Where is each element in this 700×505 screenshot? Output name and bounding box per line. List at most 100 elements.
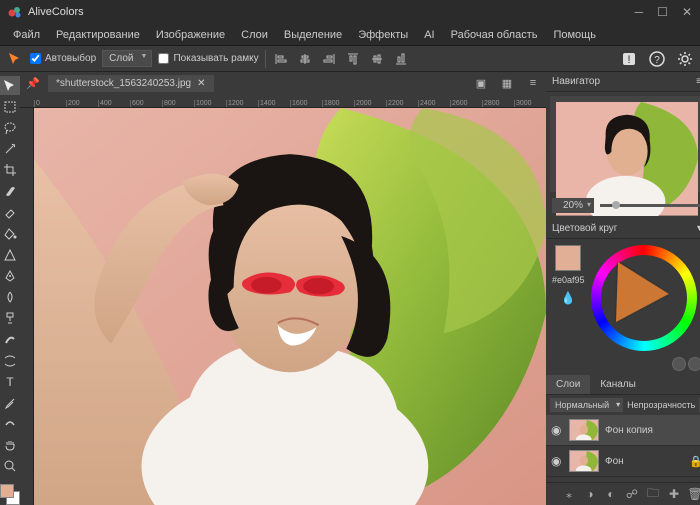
align-vcenter-icon[interactable]	[368, 50, 386, 68]
zoom-tool[interactable]	[0, 457, 20, 476]
panel-menu-icon[interactable]: ≡	[696, 76, 700, 87]
eyedropper-tool[interactable]	[0, 393, 20, 412]
tab-grid-icon[interactable]: ▦	[498, 74, 516, 92]
autoselect-checkbox[interactable]: Автовыбор	[30, 53, 96, 64]
magic-wand-tool[interactable]	[0, 139, 20, 158]
heal-tool[interactable]	[0, 415, 20, 434]
hex-value[interactable]: #e0af95	[552, 275, 585, 285]
eyedropper-icon[interactable]: 💧	[561, 291, 576, 305]
text-tool[interactable]: T	[0, 372, 20, 391]
tab-layers[interactable]: Слои	[546, 375, 590, 394]
zoom-dropdown[interactable]: 20%	[552, 198, 594, 213]
tab-view-icon[interactable]: ▣	[472, 74, 490, 92]
opacity-label: Непрозрачность	[627, 400, 695, 410]
menu-edit[interactable]: Редактирование	[49, 26, 147, 44]
lasso-tool[interactable]	[0, 118, 20, 137]
current-color-swatch[interactable]	[555, 245, 581, 271]
layer-thumbnail[interactable]	[569, 419, 599, 441]
eraser-tool[interactable]	[0, 203, 20, 222]
fill-tool[interactable]	[0, 224, 20, 243]
smudge-tool[interactable]	[0, 330, 20, 349]
visibility-icon[interactable]: ◉	[551, 423, 563, 437]
clone-tool[interactable]	[0, 309, 20, 328]
warp-tool[interactable]	[0, 351, 20, 370]
document-tab[interactable]: *shutterstock_1563240253.jpg ✕	[48, 75, 214, 92]
align-top-icon[interactable]	[344, 50, 362, 68]
layer-fx-icon[interactable]: ⁎	[562, 487, 576, 501]
visibility-icon[interactable]: ◉	[551, 454, 563, 468]
menu-help[interactable]: Помощь	[546, 26, 603, 44]
notifications-icon[interactable]: !	[620, 50, 638, 68]
maximize-button[interactable]: ☐	[657, 5, 668, 19]
help-icon[interactable]: ?	[648, 50, 666, 68]
menu-workspace[interactable]: Рабочая область	[444, 26, 545, 44]
close-button[interactable]: ✕	[682, 5, 692, 19]
blend-mode-dropdown[interactable]: Нормальный	[550, 398, 623, 412]
align-right-icon[interactable]	[320, 50, 338, 68]
align-hcenter-icon[interactable]	[296, 50, 314, 68]
align-bottom-icon[interactable]	[392, 50, 410, 68]
layer-thumbnail[interactable]	[569, 450, 599, 472]
menu-image[interactable]: Изображение	[149, 26, 232, 44]
layer-mask-icon[interactable]: ◑	[583, 487, 597, 501]
ruler-vertical	[20, 108, 34, 505]
zoom-slider[interactable]	[600, 204, 700, 207]
tab-menu-icon[interactable]: ≡	[524, 74, 542, 92]
recent-color-2[interactable]	[688, 357, 700, 371]
move-tool-icon[interactable]	[6, 50, 24, 68]
titlebar: AliveColors ─ ☐ ✕	[0, 0, 700, 24]
canvas-area: 📌 *shutterstock_1563240253.jpg ✕ ▣ ▦ ≡ 0…	[20, 72, 546, 505]
layer-adjust-icon[interactable]: ◐	[604, 487, 618, 501]
ruler-horizontal: 0200400600800100012001400160018002000220…	[20, 94, 546, 108]
foreground-color-swatch[interactable]	[0, 484, 14, 498]
new-folder-icon[interactable]: 🗀	[646, 487, 660, 501]
divider	[265, 50, 266, 68]
svg-text:T: T	[6, 375, 14, 389]
color-swatches[interactable]	[0, 484, 20, 505]
canvas[interactable]	[34, 108, 546, 505]
settings-icon[interactable]	[676, 50, 694, 68]
pen-tool[interactable]	[0, 266, 20, 285]
menu-select[interactable]: Выделение	[277, 26, 349, 44]
navigator-preview[interactable]	[550, 96, 700, 192]
shape-tool[interactable]	[0, 245, 20, 264]
tab-pin-icon[interactable]: 📌	[24, 74, 42, 92]
crop-tool[interactable]	[0, 161, 20, 180]
show-frame-checkbox[interactable]: Показывать рамку	[158, 53, 258, 64]
layer-target-dropdown[interactable]: Слой	[102, 50, 152, 67]
tools-panel: T	[0, 72, 20, 505]
color-wheel[interactable]	[591, 245, 697, 351]
layer-row[interactable]: ◉ Фон копия	[546, 415, 700, 446]
layer-link-icon[interactable]: ☍	[625, 487, 639, 501]
brush-tool[interactable]	[0, 182, 20, 201]
svg-text:?: ?	[654, 55, 660, 66]
hand-tool[interactable]	[0, 436, 20, 455]
layer-row[interactable]: ◉ Фон 🔒	[546, 446, 700, 477]
delete-layer-icon[interactable]: 🗑	[688, 487, 700, 501]
menu-layers[interactable]: Слои	[234, 26, 275, 44]
minimize-button[interactable]: ─	[635, 5, 644, 19]
tab-close-icon[interactable]: ✕	[197, 78, 205, 89]
recent-color-1[interactable]	[672, 357, 686, 371]
align-left-icon[interactable]	[272, 50, 290, 68]
move-tool[interactable]	[0, 76, 20, 95]
lock-icon[interactable]: 🔒	[689, 455, 700, 468]
navigator-header: Навигатор ≡	[546, 72, 700, 92]
blur-tool[interactable]	[0, 288, 20, 307]
rect-select-tool[interactable]	[0, 97, 20, 116]
options-toolbar: Автовыбор Слой Показывать рамку ! ?	[0, 46, 700, 72]
svg-text:!: !	[627, 54, 630, 66]
layer-list: ◉ Фон копия ◉ Фон 🔒	[546, 415, 700, 482]
color-panel-header: Цветовой круг ▾	[546, 219, 700, 239]
app-logo	[8, 5, 22, 19]
menu-ai[interactable]: AI	[417, 26, 441, 44]
right-panels: Навигатор ≡ 20% Цветовой круг ▾	[546, 72, 700, 505]
menubar: Файл Редактирование Изображение Слои Выд…	[0, 24, 700, 46]
menu-effects[interactable]: Эффекты	[351, 26, 415, 44]
tab-channels[interactable]: Каналы	[590, 375, 646, 394]
layer-name: Фон копия	[605, 425, 700, 436]
menu-file[interactable]: Файл	[6, 26, 47, 44]
app-title: AliveColors	[28, 6, 84, 18]
new-layer-icon[interactable]: ✚	[667, 487, 681, 501]
document-image	[34, 108, 546, 505]
